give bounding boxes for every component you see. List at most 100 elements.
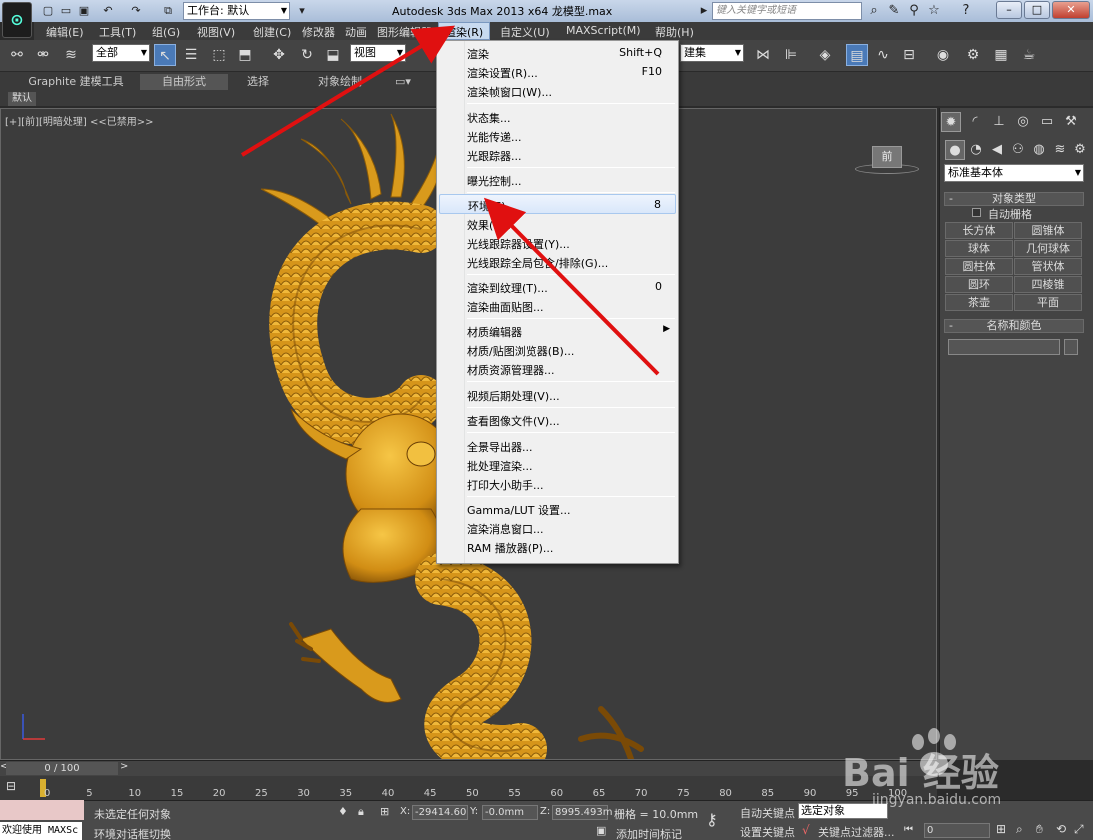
menu-item-video-post[interactable]: 视频后期处理(V)... — [439, 385, 676, 405]
modify-tab-icon[interactable]: ◜ — [965, 112, 985, 132]
ribbon-tab-object-paint[interactable]: 对象绘制 — [300, 74, 380, 90]
menu-group[interactable]: 组(G) — [152, 24, 180, 40]
select-by-name-icon[interactable]: ☰ — [180, 44, 202, 66]
menu-item-effects[interactable]: 效果(F)... — [439, 214, 676, 234]
reference-coord-combo[interactable]: 视图 — [350, 44, 406, 62]
motion-tab-icon[interactable]: ◎ — [1013, 112, 1033, 132]
menu-animation[interactable]: 动画 — [345, 24, 367, 40]
selection-filter-combo[interactable]: 全部 — [92, 44, 150, 62]
rendered-frame-window-icon[interactable]: ▦ — [990, 44, 1012, 66]
menu-item-material-explorer[interactable]: 材质资源管理器... — [439, 359, 676, 379]
menu-item-panorama-exporter[interactable]: 全景导出器... — [439, 436, 676, 456]
render-setup-icon[interactable]: ⚙ — [962, 44, 984, 66]
align-icon[interactable]: ⊫ — [780, 44, 802, 66]
shapes-icon[interactable]: ◔ — [966, 140, 986, 160]
sphere-button[interactable]: 球体 — [945, 240, 1013, 257]
rotate-icon[interactable]: ↻ — [296, 44, 318, 66]
menu-edit[interactable]: 编辑(E) — [46, 24, 84, 40]
menu-graph-editors[interactable]: 图形编辑器 — [377, 24, 432, 40]
mirror-icon[interactable]: ⋈ — [752, 44, 774, 66]
add-time-tag[interactable]: 添加时间标记 — [616, 826, 682, 840]
menu-item-raytrace-exclude[interactable]: 光线跟踪全局包含/排除(G)... — [439, 252, 676, 272]
render-production-icon[interactable]: ☕ — [1018, 44, 1040, 66]
pyramid-button[interactable]: 四棱锥 — [1014, 276, 1082, 293]
maxscript-listener-mini[interactable] — [0, 800, 84, 820]
object-color-swatch[interactable] — [1064, 339, 1078, 355]
ribbon-options-icon[interactable]: ▭▾ — [388, 74, 418, 90]
menu-item-ram-player[interactable]: RAM 播放器(P)... — [439, 537, 676, 557]
menu-views[interactable]: 视图(V) — [197, 24, 235, 40]
favorites-star-icon[interactable]: ☆ — [926, 3, 942, 19]
box-button[interactable]: 长方体 — [945, 222, 1013, 239]
project-folder-icon[interactable]: ⧉ — [160, 3, 176, 19]
ribbon-tab-freeform[interactable]: 自由形式 — [140, 74, 228, 90]
maximize-viewport-icon[interactable]: ⤢ — [1074, 822, 1084, 837]
menu-item-raytracer-settings[interactable]: 光线跟踪器设置(Y)... — [439, 233, 676, 253]
time-config-icon[interactable]: ⊞ — [996, 822, 1006, 836]
pan-hand-icon[interactable]: ✋︎ — [1036, 822, 1043, 837]
undo-icon[interactable]: ↶ — [100, 3, 116, 19]
viewport-label-menu[interactable]: [+][前][明暗处理] <<已禁用>> — [5, 113, 153, 128]
select-and-link-icon[interactable]: ⚯ — [6, 44, 28, 66]
orbit-icon[interactable]: ⟲ — [1056, 822, 1066, 836]
menu-maxscript[interactable]: MAXScript(M) — [566, 24, 641, 37]
app-logo-button[interactable]: ⊙ — [2, 2, 32, 38]
window-crossing-icon[interactable]: ⬒ — [234, 44, 256, 66]
redo-icon[interactable]: ↷ — [128, 3, 144, 19]
named-selection-sets-combo[interactable]: 建集 — [680, 44, 744, 62]
binoculars-icon[interactable]: ⌕ — [866, 3, 882, 19]
isolate-icon[interactable]: ♦ — [338, 805, 348, 818]
selection-lock-icon[interactable]: 🔒︎ — [358, 805, 364, 819]
helpers-icon[interactable]: ◍ — [1029, 140, 1049, 160]
z-coordinate-field[interactable]: 8995.493m — [552, 805, 612, 820]
search-input[interactable]: 键入关键字或短语 — [712, 2, 862, 20]
y-coordinate-field[interactable]: -0.0mm — [482, 805, 538, 820]
menu-item-exposure-control[interactable]: 曝光控制... — [439, 170, 676, 190]
object-type-rollout[interactable]: - 对象类型 — [944, 192, 1084, 206]
quick-access-dropdown-icon[interactable]: ▾ — [294, 3, 310, 19]
move-icon[interactable]: ✥ — [268, 44, 290, 66]
new-file-icon[interactable]: ▢ — [40, 3, 56, 19]
menu-modifiers[interactable]: 修改器 — [302, 24, 335, 40]
menu-tools[interactable]: 工具(T) — [99, 24, 136, 40]
time-slider-thumb[interactable]: 0 / 100 — [6, 762, 118, 775]
cameras-icon[interactable]: ⚇ — [1008, 140, 1028, 160]
tube-button[interactable]: 管状体 — [1014, 258, 1082, 275]
menu-item-material-browser[interactable]: 材质/贴图浏览器(B)... — [439, 340, 676, 360]
scale-icon[interactable]: ⬓ — [322, 44, 344, 66]
next-frame-arrow-icon[interactable]: > — [120, 761, 128, 772]
ribbon-tab-selection[interactable]: 选择 — [232, 74, 284, 90]
menu-create[interactable]: 创建(C) — [253, 24, 291, 40]
expand-icon[interactable]: ▸ — [696, 3, 712, 19]
menu-item-radiosity[interactable]: 光能传递... — [439, 126, 676, 146]
maximize-button[interactable]: □ — [1024, 1, 1050, 19]
primitive-category-combo[interactable]: 标准基本体 — [944, 164, 1084, 182]
zoom-icon[interactable]: ⌕ — [1016, 822, 1023, 837]
display-tab-icon[interactable]: ▭ — [1037, 112, 1057, 132]
autogrid-checkbox[interactable] — [972, 208, 981, 217]
cylinder-button[interactable]: 圆柱体 — [945, 258, 1013, 275]
unlink-icon[interactable]: ⚮ — [32, 44, 54, 66]
create-tab-icon[interactable]: ✹ — [941, 112, 961, 132]
geosphere-button[interactable]: 几何球体 — [1014, 240, 1082, 257]
menu-item-material-editor[interactable]: 材质编辑器 ▶ — [439, 321, 676, 341]
menu-item-print-size-wizard[interactable]: 打印大小助手... — [439, 474, 676, 494]
hierarchy-tab-icon[interactable]: ⊥ — [989, 112, 1009, 132]
utilities-tab-icon[interactable]: ⚒ — [1061, 112, 1081, 132]
open-file-icon[interactable]: ▭ — [58, 3, 74, 19]
help-icon[interactable]: ? — [958, 3, 974, 19]
systems-icon[interactable]: ⚙ — [1070, 140, 1090, 160]
viewcube[interactable]: 前 — [872, 146, 902, 168]
menu-item-render-message-window[interactable]: 渲染消息窗口... — [439, 518, 676, 538]
schematic-view-icon[interactable]: ⊟ — [898, 44, 920, 66]
menu-item-render-to-texture[interactable]: 渲染到纹理(T)... 0 — [439, 277, 676, 297]
menu-item-render-surface-map[interactable]: 渲染曲面贴图... — [439, 296, 676, 316]
name-color-rollout[interactable]: - 名称和颜色 — [944, 319, 1084, 333]
workspace-combo[interactable]: 工作台: 默认 — [183, 2, 290, 20]
ribbon-tab-graphite[interactable]: Graphite 建模工具 — [20, 74, 132, 90]
object-name-input[interactable] — [948, 339, 1060, 355]
time-tag-icon[interactable]: ▣ — [596, 824, 606, 837]
menu-item-view-image-file[interactable]: 查看图像文件(V)... — [439, 410, 676, 430]
mini-curve-editor-icon[interactable]: ⊟ — [6, 779, 24, 795]
time-slider-track[interactable] — [0, 760, 937, 776]
